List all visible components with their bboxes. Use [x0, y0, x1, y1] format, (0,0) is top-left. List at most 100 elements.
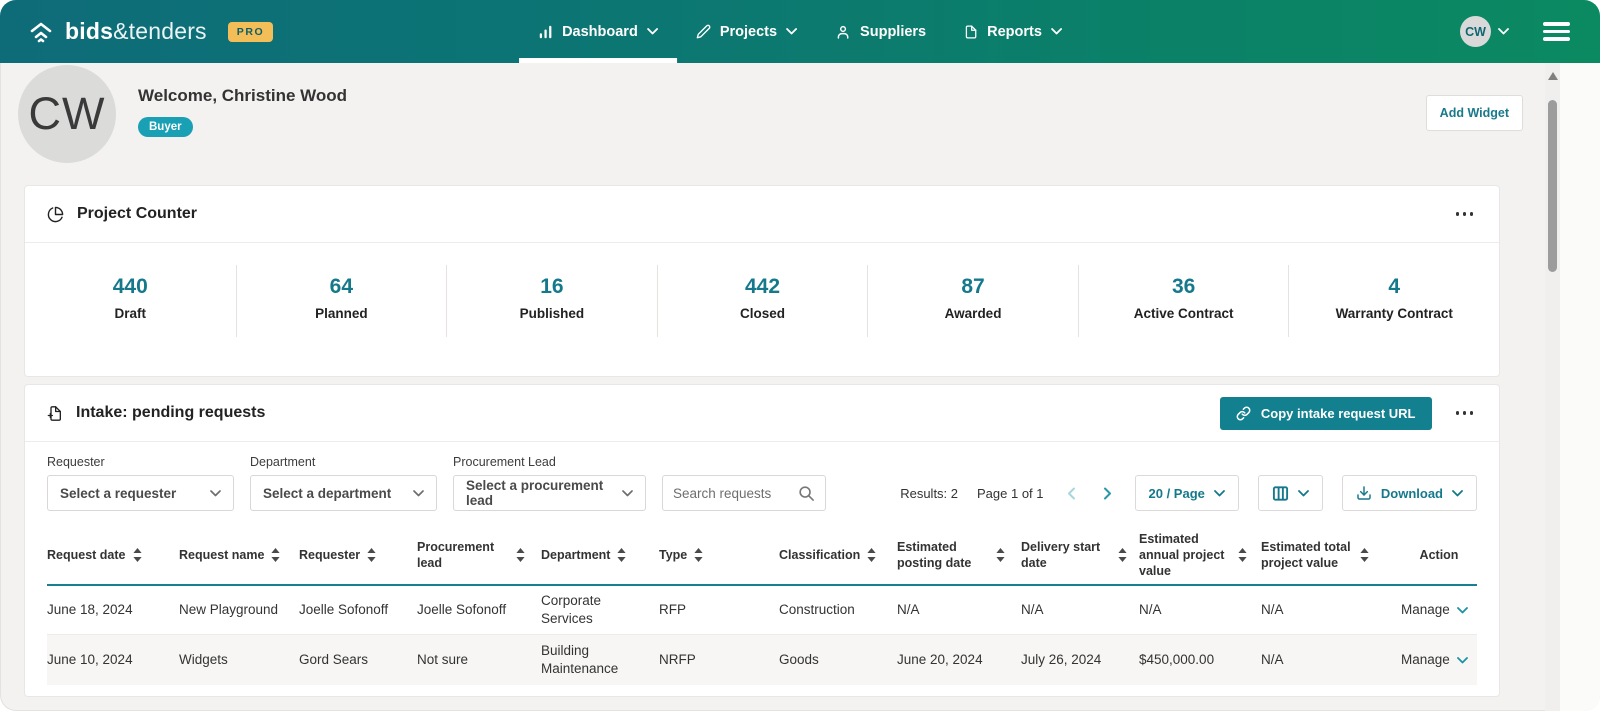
chevron-down-icon — [1298, 490, 1309, 497]
column-header-delivery-start-date[interactable]: Delivery start date — [1021, 539, 1139, 572]
chevron-down-icon — [413, 490, 424, 497]
search-icon — [798, 485, 815, 502]
counter-active-contract[interactable]: 36 Active Contract — [1078, 265, 1289, 337]
project-counter-widget: Project Counter 440 Draft 64 Planned 16 … — [24, 185, 1500, 377]
app-window: bids&tenders PRO Dashboard — [0, 0, 1600, 711]
brand-logo[interactable]: bids&tenders PRO — [28, 18, 273, 45]
column-header-request-date[interactable]: Request date — [47, 547, 179, 563]
more-options-icon[interactable] — [1452, 405, 1478, 421]
results-count: Results: 2 — [900, 486, 958, 501]
download-icon — [1356, 485, 1372, 501]
person-icon — [835, 24, 851, 40]
sort-icon — [133, 548, 142, 562]
manage-dropdown[interactable]: Manage — [1401, 645, 1480, 675]
column-header-estimated-annual-project-value[interactable]: Estimated annual project value — [1139, 531, 1261, 580]
column-settings-button[interactable] — [1258, 475, 1323, 511]
counter-warranty-contract[interactable]: 4 Warranty Contract — [1288, 265, 1499, 337]
user-menu[interactable]: CW — [1460, 16, 1509, 47]
department-select[interactable]: Select a department — [250, 475, 437, 511]
chevron-down-icon — [1051, 28, 1062, 35]
scrollbar[interactable] — [1545, 63, 1560, 711]
department-filter: Department Select a department — [250, 455, 437, 511]
pie-chart-icon — [47, 206, 64, 223]
add-widget-button[interactable]: Add Widget — [1426, 95, 1523, 131]
sort-icon — [996, 548, 1005, 562]
chevron-down-icon — [1457, 607, 1468, 614]
sort-icon — [867, 548, 876, 562]
requester-select[interactable]: Select a requester — [47, 475, 234, 511]
counter-planned[interactable]: 64 Planned — [236, 265, 447, 337]
next-page-button[interactable] — [1099, 483, 1116, 504]
page-indicator: Page 1 of 1 — [977, 486, 1044, 501]
scrollbar-thumb[interactable] — [1548, 100, 1557, 272]
procurement-lead-filter: Procurement Lead Select a procurement le… — [453, 455, 646, 511]
logo-double-chevron-up-icon — [28, 20, 54, 44]
nav-item-label: Reports — [987, 24, 1042, 40]
chevron-down-icon — [786, 28, 797, 35]
column-header-request-name[interactable]: Request name — [179, 547, 299, 563]
column-header-procurement-lead[interactable]: Procurement lead — [417, 539, 541, 572]
top-navbar: bids&tenders PRO Dashboard — [0, 0, 1600, 63]
search-input[interactable] — [673, 486, 792, 501]
column-header-action: Action — [1401, 547, 1477, 563]
counter-awarded[interactable]: 87 Awarded — [867, 265, 1078, 337]
chevron-down-icon — [1214, 490, 1225, 497]
counter-draft[interactable]: 440 Draft — [25, 265, 236, 337]
sort-icon — [1360, 548, 1369, 562]
more-options-icon[interactable] — [1452, 206, 1478, 222]
manage-dropdown[interactable]: Manage — [1401, 595, 1480, 625]
sort-icon — [516, 548, 525, 562]
counter-row: 440 Draft 64 Planned 16 Published 442 Cl… — [25, 265, 1499, 337]
nav-item-label: Suppliers — [860, 24, 926, 40]
chevron-down-icon — [210, 490, 221, 497]
nav-item-label: Projects — [720, 24, 777, 40]
primary-navigation: Dashboard Projects — [519, 0, 1081, 63]
nav-item-suppliers[interactable]: Suppliers — [816, 0, 945, 63]
download-button[interactable]: Download — [1342, 475, 1477, 511]
column-header-department[interactable]: Department — [541, 547, 659, 563]
navbar-right-group: CW — [1460, 16, 1572, 47]
hamburger-menu-icon[interactable] — [1541, 18, 1572, 45]
bar-chart-icon — [538, 24, 553, 39]
welcome-section: CW Welcome, Christine Wood Buyer Add Wid… — [0, 63, 1600, 169]
requester-filter: Requester Select a requester — [47, 455, 234, 511]
chevron-down-icon — [1457, 657, 1468, 664]
search-requests-box — [662, 475, 826, 511]
page-size-select[interactable]: 20 / Page — [1135, 475, 1239, 511]
sort-icon — [617, 548, 626, 562]
sort-icon — [1238, 548, 1247, 562]
counter-published[interactable]: 16 Published — [446, 265, 657, 337]
scrollbar-up-arrow-icon[interactable] — [1548, 72, 1558, 80]
requests-table: Request date Request name Requester Proc… — [25, 526, 1499, 685]
file-plus-icon — [47, 405, 63, 422]
page-title: Welcome, Christine Wood — [138, 86, 347, 106]
column-header-estimated-total-project-value[interactable]: Estimated total project value — [1261, 539, 1401, 572]
column-header-requester[interactable]: Requester — [299, 547, 417, 563]
pro-badge: PRO — [228, 22, 274, 42]
copy-intake-url-button[interactable]: Copy intake request URL — [1220, 397, 1432, 430]
previous-page-button[interactable] — [1063, 483, 1080, 504]
column-header-classification[interactable]: Classification — [779, 547, 897, 563]
chevron-down-icon — [647, 28, 658, 35]
counter-closed[interactable]: 442 Closed — [657, 265, 868, 337]
chevron-down-icon — [1452, 490, 1463, 497]
welcome-info: Welcome, Christine Wood Buyer — [138, 86, 347, 137]
brand-name: bids&tenders — [65, 18, 207, 45]
sort-icon — [271, 548, 280, 562]
table-row[interactable]: June 10, 2024 Widgets Gord Sears Not sur… — [47, 635, 1477, 685]
nav-item-reports[interactable]: Reports — [945, 0, 1081, 63]
widget-title: Intake: pending requests — [47, 404, 265, 422]
role-badge: Buyer — [138, 117, 193, 137]
intake-pending-requests-widget: Intake: pending requests Copy intake req… — [24, 384, 1500, 697]
link-icon — [1236, 406, 1251, 421]
nav-item-projects[interactable]: Projects — [677, 0, 816, 63]
table-row[interactable]: June 18, 2024 New Playground Joelle Sofo… — [47, 586, 1477, 635]
avatar: CW — [18, 65, 116, 163]
chevron-down-icon — [1498, 28, 1509, 35]
project-counter-header: Project Counter — [25, 186, 1499, 243]
nav-item-dashboard[interactable]: Dashboard — [519, 0, 677, 63]
pencil-icon — [696, 24, 711, 39]
procurement-lead-select[interactable]: Select a procurement lead — [453, 475, 646, 511]
column-header-estimated-posting-date[interactable]: Estimated posting date — [897, 539, 1021, 572]
column-header-type[interactable]: Type — [659, 547, 779, 563]
